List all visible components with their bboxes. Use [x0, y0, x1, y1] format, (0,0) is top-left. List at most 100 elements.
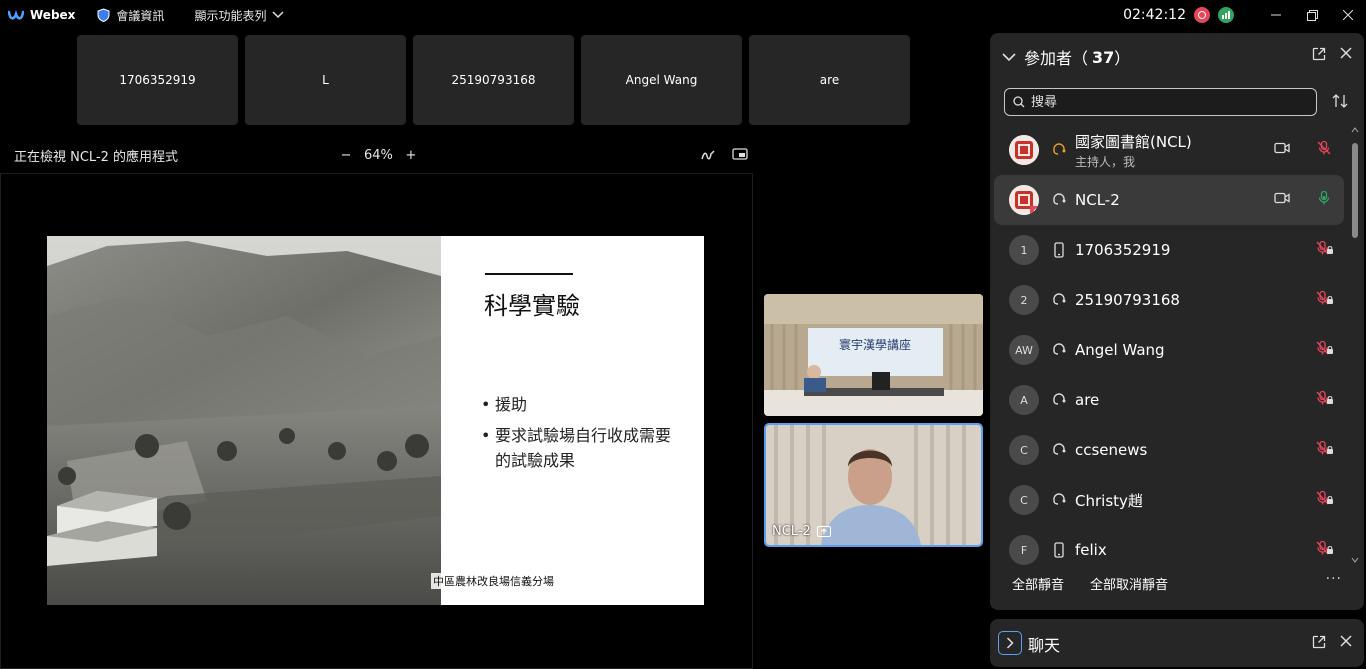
avatar: 2	[1009, 285, 1039, 315]
headset-icon	[1053, 343, 1066, 355]
participants-count-open: （	[1072, 49, 1089, 68]
microphone-muted-icon[interactable]	[1316, 340, 1334, 356]
meeting-info-label: 會議資訊	[116, 8, 165, 23]
headset-type	[1051, 492, 1067, 508]
scroll-down-icon[interactable]	[1351, 557, 1359, 563]
microphone-muted-icon[interactable]	[1316, 140, 1332, 156]
zoom-in-button[interactable]: +	[403, 147, 419, 163]
mic-status[interactable]	[1316, 490, 1334, 510]
restore-button[interactable]	[1294, 0, 1330, 30]
zoom-level: 64%	[364, 147, 393, 163]
phone-icon	[1054, 242, 1064, 258]
participant-thumbnail[interactable]: are	[749, 35, 910, 125]
participants-header[interactable]: 參加者 （ 37 ）	[1002, 45, 1130, 69]
participant-name: are	[1075, 391, 1100, 409]
microphone-active-icon[interactable]	[1316, 190, 1332, 206]
close-icon[interactable]	[1340, 47, 1352, 59]
participant-row[interactable]: C Christy趙	[994, 475, 1344, 525]
camera-status[interactable]	[1274, 192, 1290, 208]
participant-role: 主持人，我	[1075, 155, 1136, 169]
network-stats-icon[interactable]	[1218, 7, 1234, 23]
headset-icon	[1053, 293, 1066, 305]
participant-row[interactable]: 2 25190793168	[994, 275, 1344, 325]
participant-thumbnail[interactable]: 1706352919	[77, 35, 238, 125]
restore-icon	[1306, 9, 1318, 21]
microphone-muted-icon[interactable]	[1316, 290, 1334, 306]
participant-row[interactable]: NCL-2	[994, 175, 1344, 225]
close-icon[interactable]	[1340, 635, 1352, 647]
annotate-icon[interactable]	[700, 148, 716, 162]
participant-name: 國家圖書館(NCL)	[1075, 133, 1192, 151]
participant-thumbnail[interactable]: 25190793168	[413, 35, 574, 125]
camera-icon[interactable]	[1274, 142, 1290, 154]
headset-type	[1051, 342, 1067, 358]
scrollbar-thumb[interactable]	[1352, 143, 1358, 238]
mic-status[interactable]	[1316, 140, 1332, 160]
share-status-label: 正在檢視 NCL-2 的應用程式	[14, 149, 179, 165]
participant-name: 1706352919	[1075, 241, 1171, 259]
mic-status[interactable]	[1316, 290, 1334, 310]
search-input[interactable]	[1031, 94, 1301, 110]
participant-row[interactable]: Cccsenews	[994, 425, 1344, 475]
headset-type	[1051, 192, 1067, 208]
participants-title: 參加者	[1024, 49, 1073, 68]
video-tile-ncl2[interactable]: NCL-2	[764, 423, 983, 547]
minimize-button[interactable]	[1258, 0, 1294, 30]
microphone-muted-icon[interactable]	[1316, 240, 1334, 256]
mic-status[interactable]	[1316, 340, 1334, 360]
participants-scrollbar[interactable]	[1351, 125, 1359, 565]
microphone-muted-icon[interactable]	[1316, 540, 1334, 556]
avatar: A	[1009, 385, 1039, 415]
mic-status[interactable]	[1316, 390, 1334, 410]
recording-icon[interactable]	[1194, 7, 1210, 23]
avatar: AW	[1009, 335, 1039, 365]
app-logo: Webex	[8, 7, 75, 23]
participants-list: 國家圖書館(NCL) 主持人，我 NCL-2 1 1706352919 2 25190793…	[994, 125, 1344, 575]
microphone-muted-icon[interactable]	[1316, 490, 1334, 506]
sort-icon[interactable]	[1332, 93, 1348, 109]
show-menu-bar-button[interactable]: 顯示功能表列	[194, 7, 284, 24]
title-bar: Webex 會議資訊 顯示功能表列 02:42:12	[0, 0, 1366, 30]
mic-status[interactable]	[1316, 540, 1334, 560]
avatar: C	[1009, 485, 1039, 515]
scroll-up-icon[interactable]	[1351, 127, 1359, 133]
mute-all-button[interactable]: 全部靜音	[1012, 574, 1064, 593]
meeting-info-button[interactable]: 會議資訊	[97, 7, 164, 24]
microphone-muted-icon[interactable]	[1316, 390, 1334, 406]
participant-row[interactable]: Ffelix	[994, 525, 1344, 575]
chevron-down-icon[interactable]	[1002, 52, 1016, 62]
participant-search[interactable]	[1004, 88, 1317, 116]
participant-thumbnail[interactable]: Angel Wang	[581, 35, 742, 125]
zoom-out-button[interactable]: −	[338, 147, 354, 163]
close-window-button[interactable]	[1330, 0, 1366, 30]
camera-icon[interactable]	[1274, 192, 1290, 204]
show-menu-label: 顯示功能表列	[194, 8, 267, 23]
app-name: Webex	[30, 8, 76, 22]
headset-type	[1051, 292, 1067, 308]
more-options-button[interactable]: ···	[1326, 571, 1342, 587]
slide-bullets: • 援助 • 要求試驗場自行收成需要的試驗成果	[481, 392, 675, 479]
participant-name: Christy趙	[1075, 491, 1143, 510]
headset-type	[1051, 392, 1067, 408]
camera-status[interactable]	[1274, 142, 1290, 158]
share-options-icon[interactable]	[732, 148, 748, 162]
mic-status[interactable]	[1316, 440, 1334, 460]
video-tile-room[interactable]: 寰宇漢學講座	[764, 294, 983, 416]
participant-row[interactable]: 國家圖書館(NCL) 主持人，我	[994, 125, 1344, 175]
chat-panel: 聊天	[990, 619, 1364, 667]
room-video-feed: 寰宇漢學講座	[764, 294, 983, 416]
thumbnail-name: Angel Wang	[625, 73, 698, 87]
photo-caption: 中區農林改良場信義分場	[431, 573, 556, 589]
participant-thumbnail[interactable]: L	[245, 35, 406, 125]
mic-status[interactable]	[1316, 240, 1334, 260]
chat-expand-button[interactable]	[998, 631, 1022, 655]
unmute-all-button[interactable]: 全部取消靜音	[1090, 574, 1168, 593]
thumbnail-name: 1706352919	[119, 73, 196, 87]
participant-row[interactable]: Aare	[994, 375, 1344, 425]
microphone-muted-icon[interactable]	[1316, 440, 1334, 456]
participant-row[interactable]: 1 1706352919	[994, 225, 1344, 275]
participant-row[interactable]: AW Angel Wang	[994, 325, 1344, 375]
pop-out-icon[interactable]	[1312, 47, 1326, 61]
pop-out-icon[interactable]	[1312, 635, 1326, 649]
mic-status[interactable]	[1316, 190, 1332, 210]
